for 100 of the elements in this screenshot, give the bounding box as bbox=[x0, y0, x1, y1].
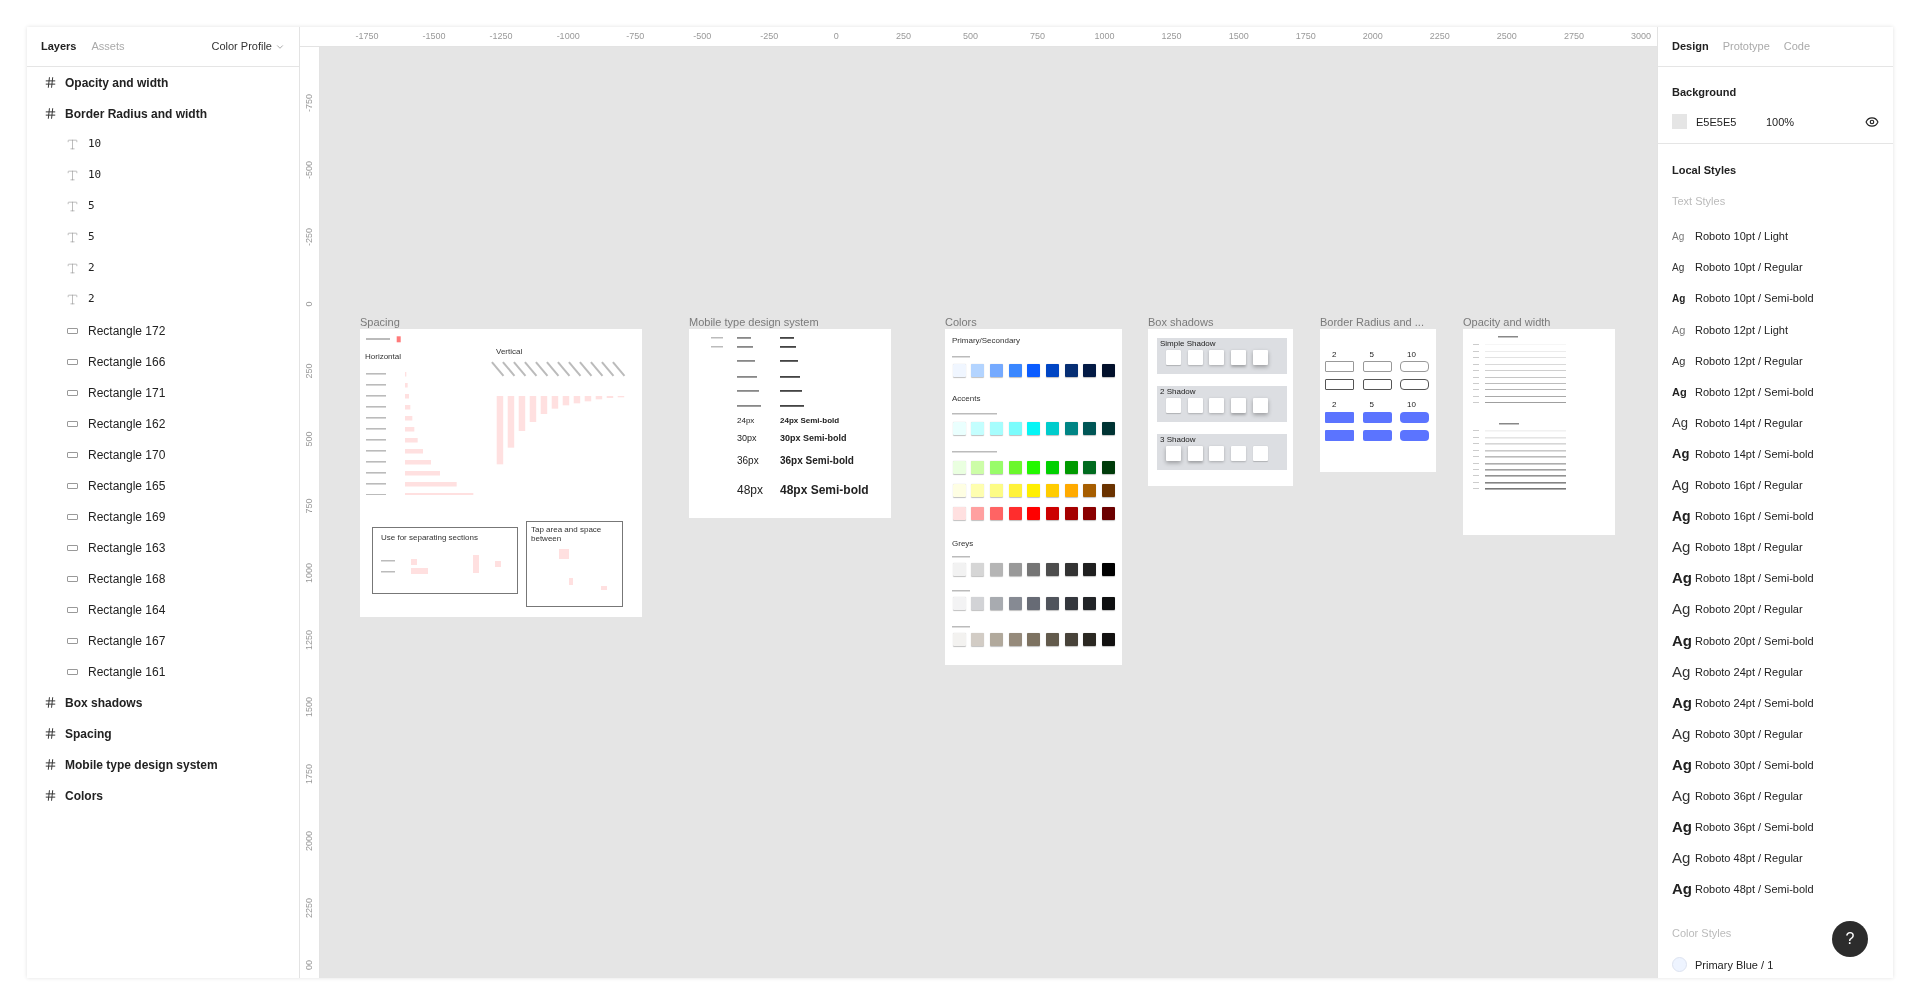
box-title: Tap area and space between bbox=[531, 525, 603, 543]
text-style-item[interactable]: Ag Roboto 16pt / Regular bbox=[1672, 469, 1879, 501]
ruler-label: -1000 bbox=[556, 30, 580, 43]
text-style-item[interactable]: Ag Roboto 24pt / Semi-bold bbox=[1672, 687, 1879, 719]
type-sample-icon: Ag bbox=[1672, 598, 1695, 621]
text-style-item[interactable]: Ag Roboto 16pt / Semi-bold bbox=[1672, 500, 1879, 532]
rectangle-icon bbox=[66, 389, 78, 396]
color-style-item[interactable]: Primary Blue / 1 bbox=[1672, 956, 1879, 974]
layer-item[interactable]: 5 bbox=[27, 222, 299, 253]
type-sample: 30px bbox=[737, 432, 757, 445]
layer-item[interactable]: Rectangle 171 bbox=[27, 377, 299, 408]
text-style-item[interactable]: Ag Roboto 10pt / Light bbox=[1672, 221, 1879, 253]
type-sample-icon: Ag bbox=[1672, 660, 1695, 684]
text-style-item[interactable]: Ag Roboto 12pt / Semi-bold bbox=[1672, 376, 1879, 408]
ruler-label: -1500 bbox=[422, 30, 446, 43]
layer-item[interactable]: Rectangle 172 bbox=[27, 315, 299, 346]
type-sample: 24px bbox=[737, 415, 755, 427]
layer-item[interactable]: Box shadows bbox=[27, 687, 299, 718]
artboard-title: Spacing bbox=[360, 315, 400, 330]
layer-item[interactable]: Rectangle 163 bbox=[27, 532, 299, 563]
radius-label: 10 bbox=[1407, 401, 1416, 409]
ruler-label: 0 bbox=[833, 30, 839, 43]
ruler-label: 1000 bbox=[1094, 30, 1115, 43]
text-style-item[interactable]: Ag Roboto 10pt / Regular bbox=[1672, 252, 1879, 284]
opacity-value[interactable]: 100% bbox=[1766, 113, 1795, 130]
text-style-item[interactable]: Ag Roboto 36pt / Semi-bold bbox=[1672, 811, 1879, 843]
layer-item[interactable]: Colors bbox=[27, 780, 299, 811]
ruler-label: 750 bbox=[1030, 30, 1045, 43]
hex-value[interactable]: E5E5E5 bbox=[1696, 113, 1766, 130]
text-style-item[interactable]: Ag Roboto 12pt / Regular bbox=[1672, 345, 1879, 377]
shadow-sample-box bbox=[1231, 446, 1247, 461]
filled-rectangle bbox=[1362, 412, 1392, 423]
layer-item[interactable]: Border Radius and width bbox=[27, 98, 299, 129]
panel-tab[interactable]: Design bbox=[1672, 38, 1709, 55]
text-layer-icon bbox=[65, 293, 79, 306]
type-sample: 36px bbox=[737, 454, 759, 468]
panel-tab[interactable]: Layers bbox=[41, 38, 77, 55]
layer-item[interactable]: Rectangle 166 bbox=[27, 346, 299, 377]
text-layer-icon bbox=[65, 231, 79, 244]
layer-item[interactable]: 5 bbox=[27, 191, 299, 222]
color-swatch[interactable] bbox=[1672, 114, 1687, 130]
text-style-item[interactable]: Ag Roboto 30pt / Semi-bold bbox=[1672, 749, 1879, 781]
ruler-label: -250 bbox=[760, 30, 779, 43]
layer-item[interactable]: Rectangle 164 bbox=[27, 594, 299, 625]
frame-icon bbox=[43, 758, 57, 771]
text-style-item[interactable]: Ag Roboto 48pt / Regular bbox=[1672, 842, 1879, 874]
layer-item[interactable]: Rectangle 167 bbox=[27, 625, 299, 656]
layer-item[interactable]: 2 bbox=[27, 253, 299, 284]
text-layer-icon bbox=[65, 138, 79, 151]
layer-item[interactable]: Rectangle 168 bbox=[27, 563, 299, 594]
text-style-item[interactable]: Ag Roboto 12pt / Light bbox=[1672, 314, 1879, 346]
text-style-item[interactable]: Ag Roboto 20pt / Regular bbox=[1672, 594, 1879, 626]
layer-item[interactable]: 10 bbox=[27, 160, 299, 191]
text-style-item[interactable]: Ag Roboto 48pt / Semi-bold bbox=[1672, 873, 1879, 906]
layer-item[interactable]: Opacity and width bbox=[27, 67, 299, 98]
shadow-sample-box bbox=[1166, 350, 1181, 365]
layer-item[interactable]: 2 bbox=[27, 284, 299, 315]
layer-item[interactable]: Rectangle 170 bbox=[27, 439, 299, 470]
ruler-label: 3000 bbox=[1630, 30, 1651, 43]
type-sample: 24px Semi-bold bbox=[780, 415, 840, 427]
layer-item[interactable]: Rectangle 169 bbox=[27, 501, 299, 532]
text-style-item[interactable]: Ag Roboto 24pt / Regular bbox=[1672, 656, 1879, 688]
visibility-icon[interactable] bbox=[1865, 114, 1879, 129]
ruler-label: 1500 bbox=[1228, 30, 1249, 43]
text-style-item[interactable]: Ag Roboto 36pt / Regular bbox=[1672, 780, 1879, 812]
layer-item[interactable]: Rectangle 162 bbox=[27, 408, 299, 439]
outlined-rectangle bbox=[1325, 379, 1354, 390]
color-profile-dropdown[interactable]: Color Profile bbox=[211, 38, 285, 55]
ruler-label: -1750 bbox=[355, 30, 379, 43]
layer-item[interactable]: Rectangle 165 bbox=[27, 470, 299, 501]
layer-item[interactable]: Mobile type design system bbox=[27, 749, 299, 780]
ruler-label: 1750 bbox=[303, 764, 316, 784]
type-sample-icon: Ag bbox=[1672, 505, 1695, 527]
layer-item[interactable]: 10 bbox=[27, 129, 299, 160]
section-heading: Vertical bbox=[496, 346, 523, 358]
radius-label: 5 bbox=[1369, 351, 1374, 359]
text-style-item[interactable]: Ag Roboto 10pt / Semi-bold bbox=[1672, 283, 1879, 315]
text-style-item[interactable]: Ag Roboto 18pt / Semi-bold bbox=[1672, 563, 1879, 595]
layer-item[interactable]: Rectangle 161 bbox=[27, 656, 299, 687]
type-sample-icon: Ag bbox=[1672, 629, 1695, 652]
ruler-label: 1000 bbox=[303, 562, 316, 583]
rectangle-icon bbox=[66, 575, 78, 582]
rectangle-icon bbox=[66, 513, 78, 520]
rectangle-icon bbox=[66, 668, 78, 675]
ruler-label: 1250 bbox=[303, 629, 316, 650]
rectangle-icon bbox=[66, 327, 78, 334]
frame-icon bbox=[43, 696, 57, 709]
text-style-item[interactable]: Ag Roboto 14pt / Regular bbox=[1672, 407, 1879, 439]
layer-item[interactable]: Spacing bbox=[27, 718, 299, 749]
artboard-title: Opacity and width bbox=[1463, 315, 1551, 330]
ruler-label: -1250 bbox=[489, 30, 513, 43]
radius-label: 2 bbox=[1332, 351, 1337, 359]
text-style-item[interactable]: Ag Roboto 18pt / Regular bbox=[1672, 531, 1879, 564]
text-style-item[interactable]: Ag Roboto 30pt / Regular bbox=[1672, 718, 1879, 750]
rectangle-icon bbox=[66, 420, 78, 427]
text-style-item[interactable]: Ag Roboto 20pt / Semi-bold bbox=[1672, 625, 1879, 657]
text-layer-icon bbox=[65, 200, 79, 213]
outlined-rectangle bbox=[1362, 361, 1392, 372]
text-style-item[interactable]: Ag Roboto 14pt / Semi-bold bbox=[1672, 438, 1879, 470]
type-sample: 36px Semi-bold bbox=[780, 454, 854, 468]
